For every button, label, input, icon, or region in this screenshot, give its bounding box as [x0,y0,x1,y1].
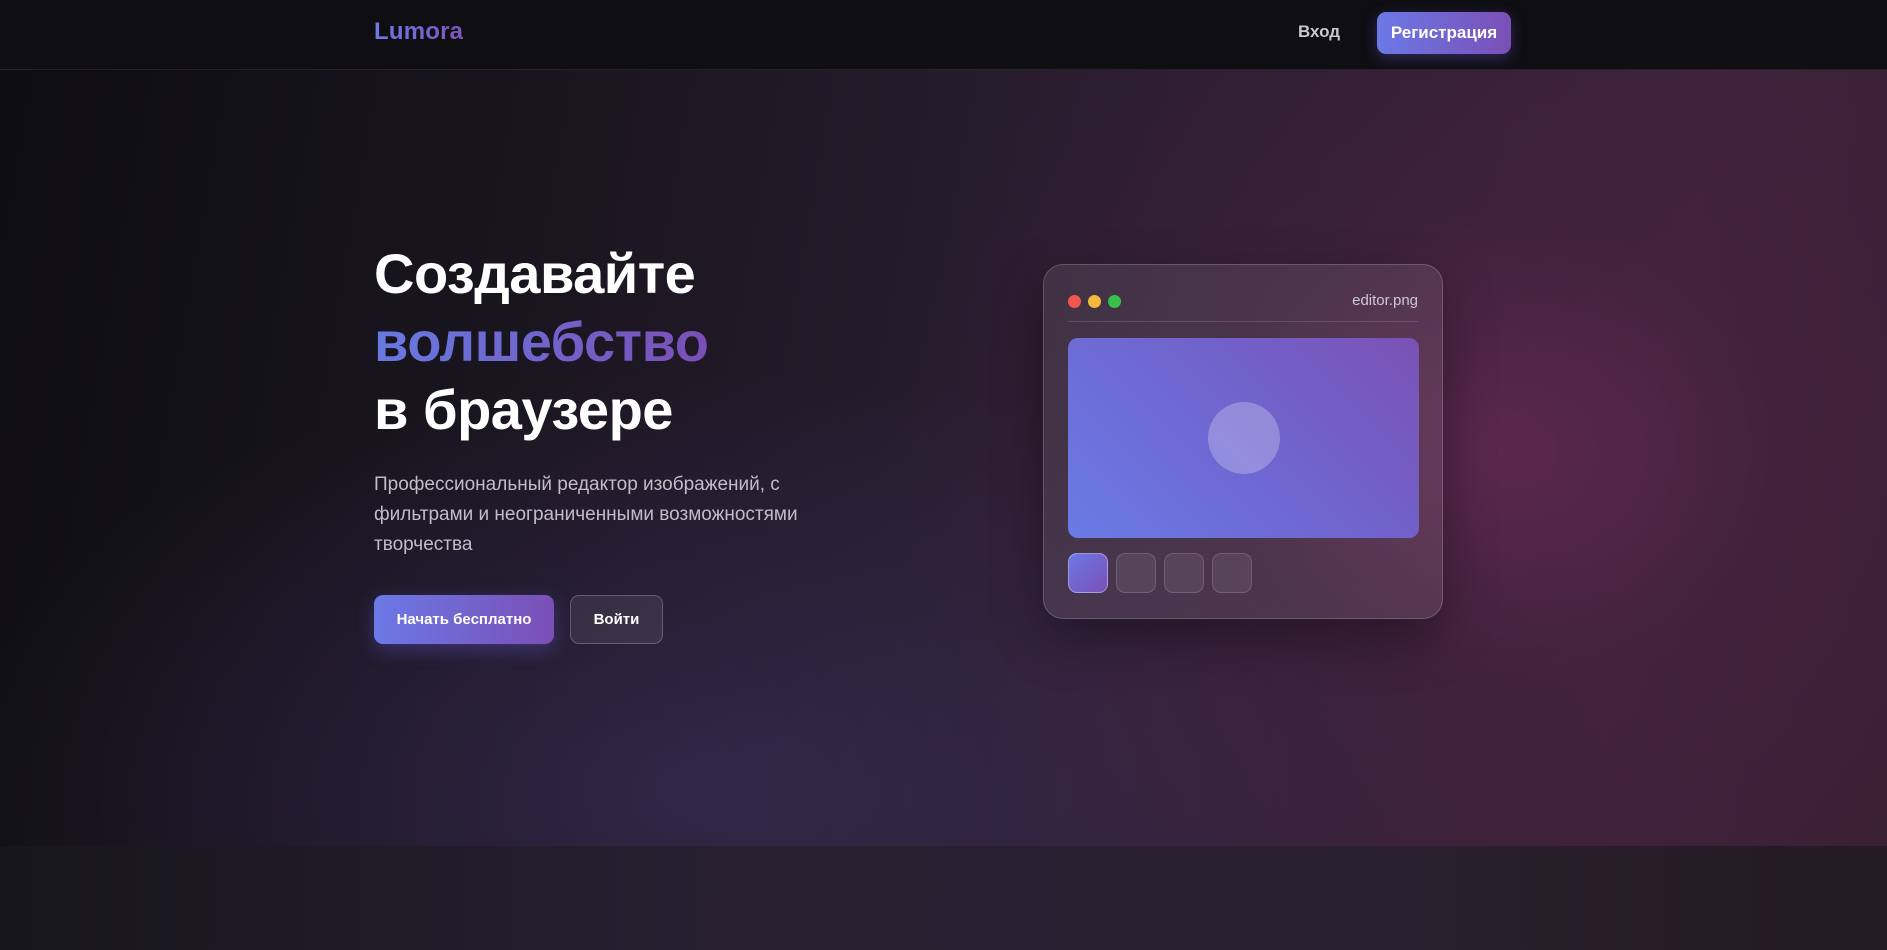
register-button[interactable]: Регистрация [1377,12,1511,54]
editor-filename: editor.png [1352,292,1418,309]
editor-preview-card: editor.png [1043,264,1443,619]
start-free-button[interactable]: Начать бесплатно [374,595,554,644]
window-maximize-dot-icon [1108,295,1121,308]
editor-divider [1068,321,1418,322]
landing-page: Lumora Вход Регистрация Создавайте волше… [0,0,1887,950]
logo[interactable]: Lumora [374,18,463,46]
top-nav: Lumora Вход Регистрация [0,0,1887,70]
hero-title-accent: волшебство [374,308,709,376]
window-close-dot-icon [1068,295,1081,308]
hero-title: Создавайте волшебство в браузере [374,240,709,444]
window-minimize-dot-icon [1088,295,1101,308]
thumbnail-1[interactable] [1068,553,1108,593]
next-section-band [0,846,1887,950]
hero-title-line-1: Создавайте [374,242,696,305]
thumbnail-4[interactable] [1212,553,1252,593]
hero-section: Создавайте волшебство в браузере Професс… [0,70,1887,846]
hero-description: Профессиональный редактор изображений, с… [374,474,798,555]
login-link[interactable]: Вход [1298,22,1340,42]
thumbnail-2[interactable] [1116,553,1156,593]
canvas-circle-shape [1208,402,1280,474]
sign-in-button[interactable]: Войти [570,595,663,644]
editor-canvas [1068,338,1419,538]
thumbnail-3[interactable] [1164,553,1204,593]
hero-title-line-3: в браузере [374,378,673,441]
